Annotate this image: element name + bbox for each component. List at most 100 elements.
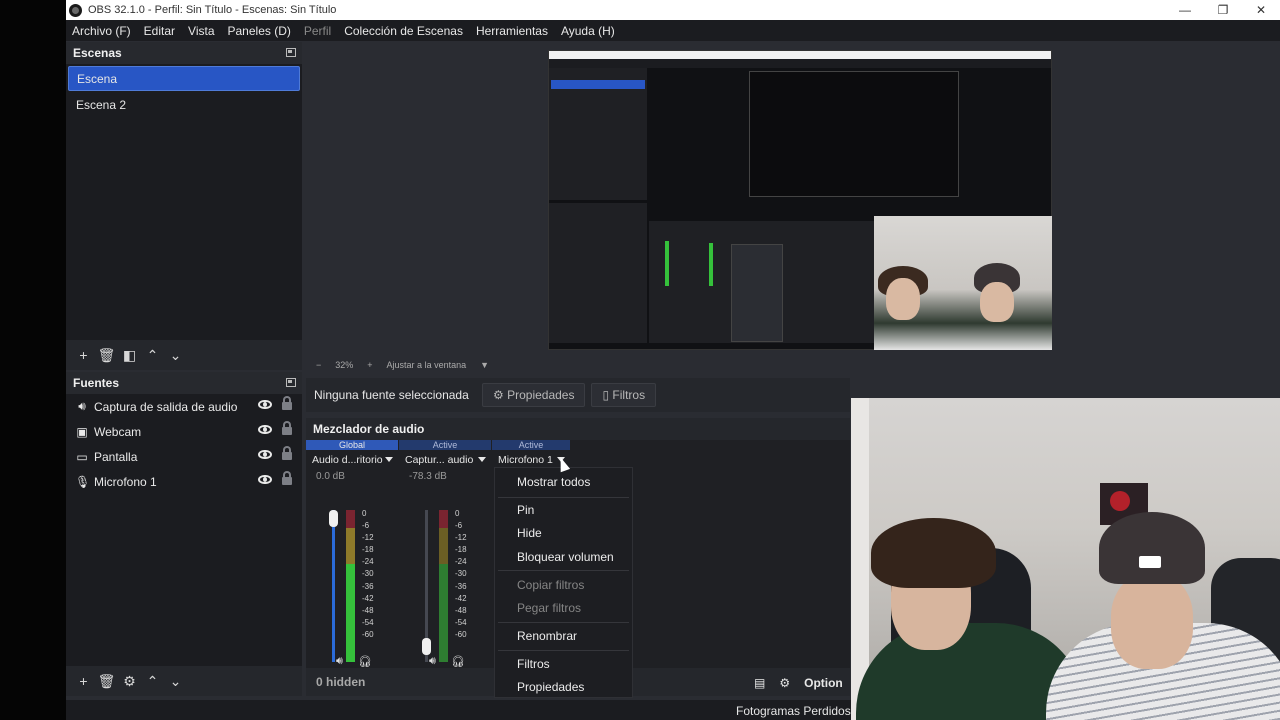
menu-herramientas[interactable]: Herramientas bbox=[476, 24, 548, 38]
menu-item-propiedades[interactable]: Propiedades bbox=[517, 680, 584, 694]
options-button[interactable]: Option bbox=[804, 676, 843, 690]
menu-item-pegar-filtros: Pegar filtros bbox=[517, 601, 582, 615]
volume-slider-handle[interactable] bbox=[422, 638, 431, 655]
scene-item-escena[interactable]: Escena bbox=[68, 66, 300, 91]
menu-paneles[interactable]: Paneles (D) bbox=[228, 24, 291, 38]
lock-icon[interactable] bbox=[282, 446, 292, 460]
mute-button[interactable]: 🔊︎ bbox=[336, 655, 343, 668]
chevron-down-icon[interactable] bbox=[385, 457, 393, 462]
eye-icon[interactable] bbox=[258, 450, 272, 459]
filters-button[interactable]: ▯ Filtros bbox=[591, 383, 657, 407]
lock-icon[interactable] bbox=[282, 471, 292, 485]
meter-yellow-segment bbox=[346, 528, 355, 564]
nested-preview-scene-selected bbox=[551, 80, 645, 89]
preview-canvas[interactable] bbox=[548, 50, 1052, 350]
menu-coleccion-escenas[interactable]: Colección de Escenas bbox=[344, 24, 463, 38]
webcam-overlay bbox=[851, 398, 1280, 720]
source-item-webcam[interactable]: ▣ Webcam bbox=[66, 419, 302, 444]
channel-db: -78.3 dB bbox=[409, 471, 447, 482]
lock-icon[interactable] bbox=[282, 421, 292, 435]
filters-label: Filtros bbox=[612, 388, 646, 402]
move-up-button[interactable]: ⌃ bbox=[141, 344, 164, 366]
properties-button[interactable]: ⚙ Propiedades bbox=[482, 383, 586, 407]
controls-peek: ▤ ⚙ Option bbox=[750, 672, 850, 694]
eye-icon[interactable] bbox=[258, 475, 272, 484]
meter-red-segment bbox=[346, 510, 355, 528]
scene-filters-button[interactable]: ◧ bbox=[118, 344, 141, 366]
menu-item-filtros[interactable]: Filtros bbox=[517, 657, 550, 671]
volume-slider-handle[interactable] bbox=[329, 510, 338, 527]
channel-badge: Global bbox=[306, 440, 398, 450]
channel-name: Microfono 1 bbox=[498, 454, 553, 466]
source-context-bar: Ninguna fuente seleccionada ⚙ Propiedade… bbox=[306, 378, 850, 412]
meter-green-segment bbox=[346, 564, 355, 662]
source-item-audio-capture[interactable]: 🔊︎ Captura de salida de audio bbox=[66, 394, 302, 419]
hidden-count[interactable]: 0 hidden bbox=[316, 675, 365, 689]
person-right-face bbox=[1111, 573, 1193, 669]
meter-tick: -54 bbox=[362, 617, 374, 627]
lock-icon[interactable] bbox=[282, 396, 292, 410]
move-down-button[interactable]: ⌄ bbox=[164, 344, 187, 366]
layout-icon[interactable]: ▤ bbox=[754, 676, 765, 690]
meter-tick: -6 bbox=[455, 521, 463, 531]
channel-name-select[interactable]: Audio d...ritorio bbox=[306, 450, 398, 470]
source-label: Webcam bbox=[94, 424, 142, 439]
zoom-out-button[interactable]: − bbox=[316, 360, 321, 370]
fit-window-select[interactable]: Ajustar a la ventana bbox=[387, 360, 467, 370]
move-down-button[interactable]: ⌄ bbox=[164, 670, 187, 692]
undock-icon[interactable] bbox=[286, 48, 296, 57]
meter-tick: -36 bbox=[362, 581, 374, 591]
meter-tick: 0 bbox=[455, 509, 460, 518]
nested-meter bbox=[665, 241, 669, 286]
menu-ayuda[interactable]: Ayuda (H) bbox=[561, 24, 615, 38]
nested-preview-titlebar bbox=[549, 51, 1051, 59]
obs-logo-icon bbox=[69, 3, 82, 17]
meter-tick: -42 bbox=[455, 593, 467, 603]
gear-icon[interactable]: ⚙ bbox=[779, 676, 790, 690]
add-scene-button[interactable]: + bbox=[72, 344, 95, 366]
remove-source-button[interactable]: 🗑 bbox=[95, 670, 118, 692]
menu-item-pin[interactable]: Pin bbox=[517, 503, 534, 517]
meter-tick: -30 bbox=[362, 569, 374, 579]
nested-preview-menubar bbox=[549, 59, 1051, 68]
close-button[interactable]: ✕ bbox=[1242, 0, 1280, 20]
source-properties-button[interactable]: ⚙ bbox=[118, 670, 141, 692]
source-label: Captura de salida de audio bbox=[94, 399, 238, 414]
menu-item-bloquear-volumen[interactable]: Bloquear volumen bbox=[517, 550, 614, 564]
menu-item-renombrar[interactable]: Renombrar bbox=[517, 629, 577, 643]
undock-icon[interactable] bbox=[286, 378, 296, 387]
maximize-button[interactable]: ❐ bbox=[1204, 0, 1242, 20]
sources-title-label: Fuentes bbox=[73, 376, 120, 390]
source-item-microfono[interactable]: 🎙︎ Microfono 1 bbox=[66, 469, 302, 494]
volume-slider[interactable] bbox=[332, 510, 335, 662]
channel-name: Audio d...ritorio bbox=[312, 454, 383, 466]
source-label: Microfono 1 bbox=[94, 474, 157, 489]
chevron-down-icon[interactable]: ▼ bbox=[480, 360, 489, 370]
scenes-dock: Escenas Escena Escena 2 + 🗑 ◧ ⌃ ⌄ bbox=[66, 42, 302, 370]
chevron-down-icon[interactable] bbox=[478, 457, 486, 462]
mute-button[interactable]: 🔊︎ bbox=[429, 655, 436, 668]
person-left-hair bbox=[871, 518, 996, 588]
minimize-button[interactable]: — bbox=[1166, 0, 1204, 20]
zoom-in-button[interactable]: + bbox=[367, 360, 372, 370]
eye-icon[interactable] bbox=[258, 425, 272, 434]
meter-tick: -30 bbox=[455, 569, 467, 579]
nested-preview-sources bbox=[549, 203, 647, 343]
add-source-button[interactable]: + bbox=[72, 670, 95, 692]
scene-item-escena-2[interactable]: Escena 2 bbox=[68, 93, 300, 118]
menu-item-hide[interactable]: Hide bbox=[517, 526, 542, 540]
menu-editar[interactable]: Editar bbox=[144, 24, 175, 38]
menu-vista[interactable]: Vista bbox=[188, 24, 214, 38]
nested-person-face bbox=[886, 278, 920, 320]
remove-scene-button[interactable]: 🗑 bbox=[95, 344, 118, 366]
menu-item-mostrar-todos[interactable]: Mostrar todos bbox=[517, 475, 590, 489]
menu-perfil[interactable]: Perfil bbox=[304, 24, 331, 38]
channel-name-select[interactable]: Captur... audio bbox=[399, 450, 491, 470]
eye-icon[interactable] bbox=[258, 400, 272, 409]
volume-meter bbox=[439, 510, 448, 662]
monitor-headphones-icon[interactable]: 🎧︎ bbox=[451, 655, 465, 668]
menu-archivo[interactable]: Archivo (F) bbox=[72, 24, 131, 38]
monitor-headphones-icon[interactable]: 🎧︎ bbox=[358, 655, 372, 668]
source-item-pantalla[interactable]: ▭ Pantalla bbox=[66, 444, 302, 469]
move-up-button[interactable]: ⌃ bbox=[141, 670, 164, 692]
